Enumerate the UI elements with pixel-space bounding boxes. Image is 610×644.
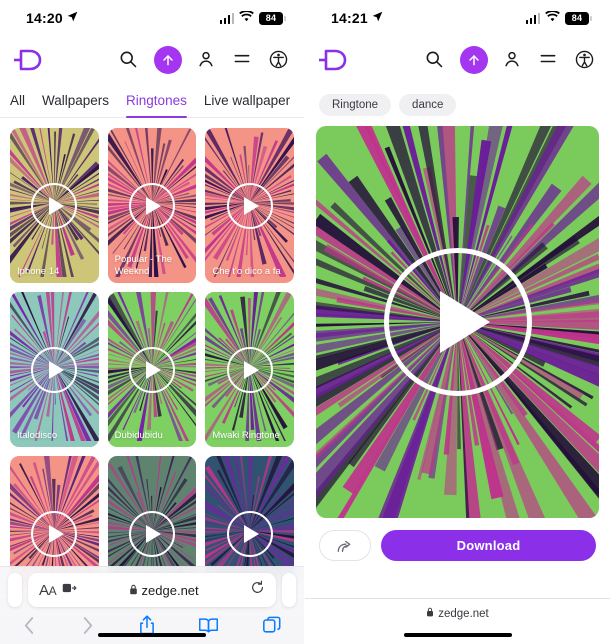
accessibility-icon[interactable] [574, 49, 596, 71]
forward-button[interactable] [80, 615, 95, 641]
battery-tip [284, 15, 286, 21]
tag-chips: Ringtone dance [305, 84, 610, 116]
play-icon[interactable] [128, 182, 175, 229]
status-bar-right: 14:21 84 [305, 0, 610, 36]
ringtone-hero-artwork[interactable] [316, 126, 599, 518]
lock-icon [129, 583, 138, 598]
url-text: zedge.net [141, 582, 199, 598]
chip-ringtone[interactable]: Ringtone [319, 94, 392, 116]
app-header-right [305, 36, 610, 84]
next-tab-peek[interactable] [282, 573, 296, 607]
play-icon[interactable] [31, 510, 78, 557]
safari-url-row: AA zedge.net [0, 567, 304, 607]
url-text: zedge.net [438, 607, 489, 620]
status-time: 14:20 [26, 10, 63, 26]
ringtone-card[interactable]: Che t'o dico a fa [205, 128, 294, 283]
ringtone-card[interactable]: Popular - The Weeknd [107, 128, 197, 283]
account-icon[interactable] [196, 49, 218, 71]
home-indicator [98, 633, 206, 637]
play-icon[interactable] [31, 346, 78, 393]
play-icon[interactable] [31, 182, 78, 229]
battery-indicator: 84 [565, 11, 592, 25]
search-icon[interactable] [118, 49, 140, 71]
battery-level: 84 [565, 11, 589, 25]
extensions-icon[interactable] [62, 581, 77, 599]
zedge-logo[interactable] [10, 45, 52, 75]
wifi-icon [239, 9, 254, 27]
ringtone-title: Iphone 14 [17, 266, 60, 277]
ringtone-card[interactable]: Mwaki Ringtone [205, 292, 294, 447]
battery-tip [590, 15, 592, 21]
account-icon[interactable] [502, 49, 524, 71]
menu-icon[interactable] [538, 49, 560, 71]
status-indicators: 84 [525, 9, 592, 27]
status-bar-left: 14:20 84 [0, 0, 304, 36]
play-icon[interactable] [128, 346, 175, 393]
tab-live-wallpaper[interactable]: Live wallpaper [204, 84, 290, 118]
ringtone-title: Dubidubidu [114, 430, 163, 441]
ringtone-grid: Iphone 14 Popular - The Weeknd Che t'o dic… [0, 118, 304, 611]
status-indicators: 84 [219, 9, 286, 27]
home-indicator [403, 633, 512, 637]
header-icons-left [118, 46, 290, 74]
ringtone-card[interactable]: Iphone 14 [10, 128, 99, 283]
wifi-icon [545, 9, 560, 27]
category-tabs: All Wallpapers Ringtones Live wallpaper [0, 84, 304, 118]
ringtone-title: Popular - The Weeknd [114, 254, 173, 277]
play-icon[interactable] [128, 510, 175, 557]
header-icons-right [424, 46, 596, 74]
battery-indicator: 84 [259, 11, 286, 25]
tab-all[interactable]: All [10, 84, 25, 118]
ringtone-title: Mwaki Ringtone [212, 430, 280, 441]
chip-dance[interactable]: dance [399, 94, 457, 116]
tabs-button[interactable] [262, 615, 282, 640]
upload-icon[interactable] [154, 46, 182, 74]
ringtone-title: Italodisco [17, 430, 58, 441]
lock-icon [426, 607, 434, 620]
zedge-logo[interactable] [315, 45, 357, 75]
cellular-signal-icon [525, 12, 540, 24]
text-size-icon[interactable]: AA [39, 582, 57, 599]
screenshot-root: 14:20 84 All Wallpapers Ringtones Live w… [0, 0, 610, 644]
app-header-left [0, 36, 304, 84]
ringtone-title: Che t'o dico a fa [212, 266, 281, 277]
location-arrow-icon [372, 9, 383, 27]
accessibility-icon[interactable] [268, 49, 290, 71]
battery-level: 84 [259, 11, 283, 25]
address-bar[interactable]: AA zedge.net [28, 573, 276, 607]
back-button[interactable] [22, 615, 37, 641]
phone-screen-right: 14:21 84 Ringtone dance Download zedge.n… [305, 0, 610, 644]
tab-wallpapers[interactable]: Wallpapers [42, 84, 109, 118]
url-display[interactable]: zedge.net [426, 607, 489, 620]
play-icon[interactable] [383, 248, 532, 396]
url-display[interactable]: zedge.net [77, 583, 250, 598]
phone-screen-left: 14:20 84 All Wallpapers Ringtones Live w… [0, 0, 305, 644]
play-icon[interactable] [226, 182, 273, 229]
upload-icon[interactable] [460, 46, 488, 74]
action-row: Download [305, 518, 610, 561]
ringtone-card[interactable]: Dubidubidu [107, 292, 197, 447]
prev-tab-peek[interactable] [8, 573, 22, 607]
status-time: 14:21 [331, 10, 368, 26]
safari-url-footer: zedge.net [305, 598, 610, 644]
reload-icon[interactable] [250, 580, 265, 600]
menu-icon[interactable] [232, 49, 254, 71]
search-icon[interactable] [424, 49, 446, 71]
tab-ringtones[interactable]: Ringtones [126, 84, 187, 118]
share-arrow-icon[interactable] [319, 530, 371, 561]
play-icon[interactable] [226, 346, 273, 393]
download-button[interactable]: Download [381, 530, 596, 561]
location-arrow-icon [67, 9, 78, 27]
play-icon[interactable] [226, 510, 273, 557]
ringtone-card[interactable]: Italodisco [10, 292, 99, 447]
cellular-signal-icon [219, 12, 234, 24]
safari-bottom-chrome: AA zedge.net [0, 566, 304, 644]
